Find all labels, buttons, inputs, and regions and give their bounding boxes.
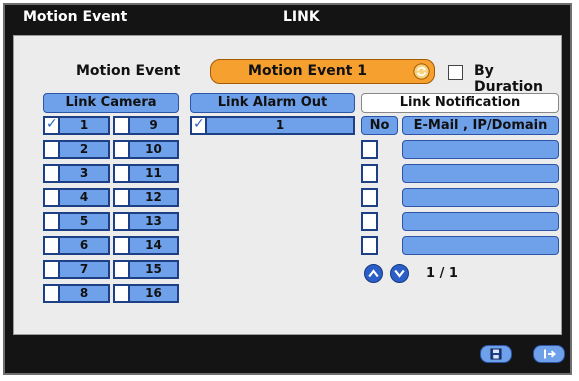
camera-number: 16	[130, 284, 179, 303]
notification-row-checkbox[interactable]	[361, 236, 378, 255]
motion-event-select[interactable]: Motion Event 1	[210, 59, 435, 84]
camera-checkbox[interactable]	[113, 116, 130, 135]
notification-email-header: E-Mail , IP/Domain	[402, 116, 559, 135]
notification-address-field[interactable]	[402, 140, 559, 159]
camera-3[interactable]: 3	[43, 164, 110, 183]
camera-10[interactable]: 10	[113, 140, 179, 159]
exit-icon	[543, 349, 556, 359]
camera-checkbox[interactable]	[43, 140, 60, 159]
camera-checkbox[interactable]	[43, 164, 60, 183]
by-duration-label: By Duration	[474, 63, 544, 95]
notification-no-header: No	[361, 116, 398, 135]
camera-number: 8	[60, 284, 110, 303]
notification-address-field[interactable]	[402, 164, 559, 183]
camera-11[interactable]: 11	[113, 164, 179, 183]
save-button[interactable]	[480, 345, 512, 363]
camera-number: 7	[60, 260, 110, 279]
alarm-out-number: 1	[207, 116, 355, 135]
camera-number: 9	[130, 116, 179, 135]
camera-number: 10	[130, 140, 179, 159]
camera-checkbox[interactable]	[43, 284, 60, 303]
notification-row-checkbox[interactable]	[361, 140, 378, 159]
link-camera-header: Link Camera	[43, 93, 179, 113]
camera-number: 4	[60, 188, 110, 207]
camera-15[interactable]: 15	[113, 260, 179, 279]
camera-checkbox[interactable]	[43, 188, 60, 207]
by-duration-checkbox[interactable]	[448, 65, 463, 80]
section-title: LINK	[283, 9, 320, 25]
motion-event-value: Motion Event 1	[248, 63, 367, 79]
link-notification-header: Link Notification	[361, 93, 559, 113]
camera-number: 14	[130, 236, 179, 255]
title-bar: Motion Event LINK	[5, 5, 570, 29]
motion-event-label: Motion Event	[76, 63, 181, 79]
notification-address-field[interactable]	[402, 212, 559, 231]
camera-number: 13	[130, 212, 179, 231]
content-panel: Motion Event Motion Event 1 By Duration …	[13, 35, 562, 335]
camera-checkbox[interactable]	[43, 236, 60, 255]
camera-checkbox[interactable]	[43, 212, 60, 231]
camera-8[interactable]: 8	[43, 284, 110, 303]
camera-13[interactable]: 13	[113, 212, 179, 231]
camera-4[interactable]: 4	[43, 188, 110, 207]
notification-row-checkbox[interactable]	[361, 164, 378, 183]
camera-14[interactable]: 14	[113, 236, 179, 255]
link-alarm-out-header: Link Alarm Out	[190, 93, 355, 113]
page-down-button[interactable]	[390, 264, 409, 283]
camera-1-checkbox[interactable]	[43, 116, 60, 135]
chevron-up-icon	[368, 269, 379, 278]
camera-number: 12	[130, 188, 179, 207]
camera-9[interactable]: 9	[113, 116, 179, 135]
camera-number: 5	[60, 212, 110, 231]
camera-checkbox[interactable]	[113, 164, 130, 183]
chevron-down-icon	[394, 269, 405, 278]
camera-number: 2	[60, 140, 110, 159]
camera-number: 6	[60, 236, 110, 255]
notification-row-checkbox[interactable]	[361, 188, 378, 207]
camera-16[interactable]: 16	[113, 284, 179, 303]
save-icon	[490, 348, 502, 360]
notification-row-checkbox[interactable]	[361, 212, 378, 231]
refresh-icon[interactable]	[413, 63, 430, 80]
camera-12[interactable]: 12	[113, 188, 179, 207]
camera-checkbox[interactable]	[113, 236, 130, 255]
camera-5[interactable]: 5	[43, 212, 110, 231]
exit-button[interactable]	[533, 345, 565, 363]
camera-checkbox[interactable]	[43, 260, 60, 279]
camera-number: 1	[60, 116, 110, 135]
camera-number: 3	[60, 164, 110, 183]
camera-1[interactable]: 1	[43, 116, 110, 135]
camera-2[interactable]: 2	[43, 140, 110, 159]
camera-checkbox[interactable]	[113, 284, 130, 303]
camera-number: 11	[130, 164, 179, 183]
camera-checkbox[interactable]	[113, 188, 130, 207]
alarm-out-1-checkbox[interactable]	[190, 116, 207, 135]
notification-address-field[interactable]	[402, 188, 559, 207]
camera-checkbox[interactable]	[113, 140, 130, 159]
link-settings-window: Motion Event LINK Motion Event Motion Ev…	[3, 3, 572, 375]
camera-checkbox[interactable]	[113, 260, 130, 279]
page-indicator: 1 / 1	[426, 266, 458, 281]
camera-6[interactable]: 6	[43, 236, 110, 255]
notification-address-field[interactable]	[402, 236, 559, 255]
camera-checkbox[interactable]	[113, 212, 130, 231]
alarm-out-1[interactable]: 1	[190, 116, 355, 135]
camera-7[interactable]: 7	[43, 260, 110, 279]
window-title: Motion Event	[23, 9, 128, 25]
page-up-button[interactable]	[364, 264, 383, 283]
camera-number: 15	[130, 260, 179, 279]
